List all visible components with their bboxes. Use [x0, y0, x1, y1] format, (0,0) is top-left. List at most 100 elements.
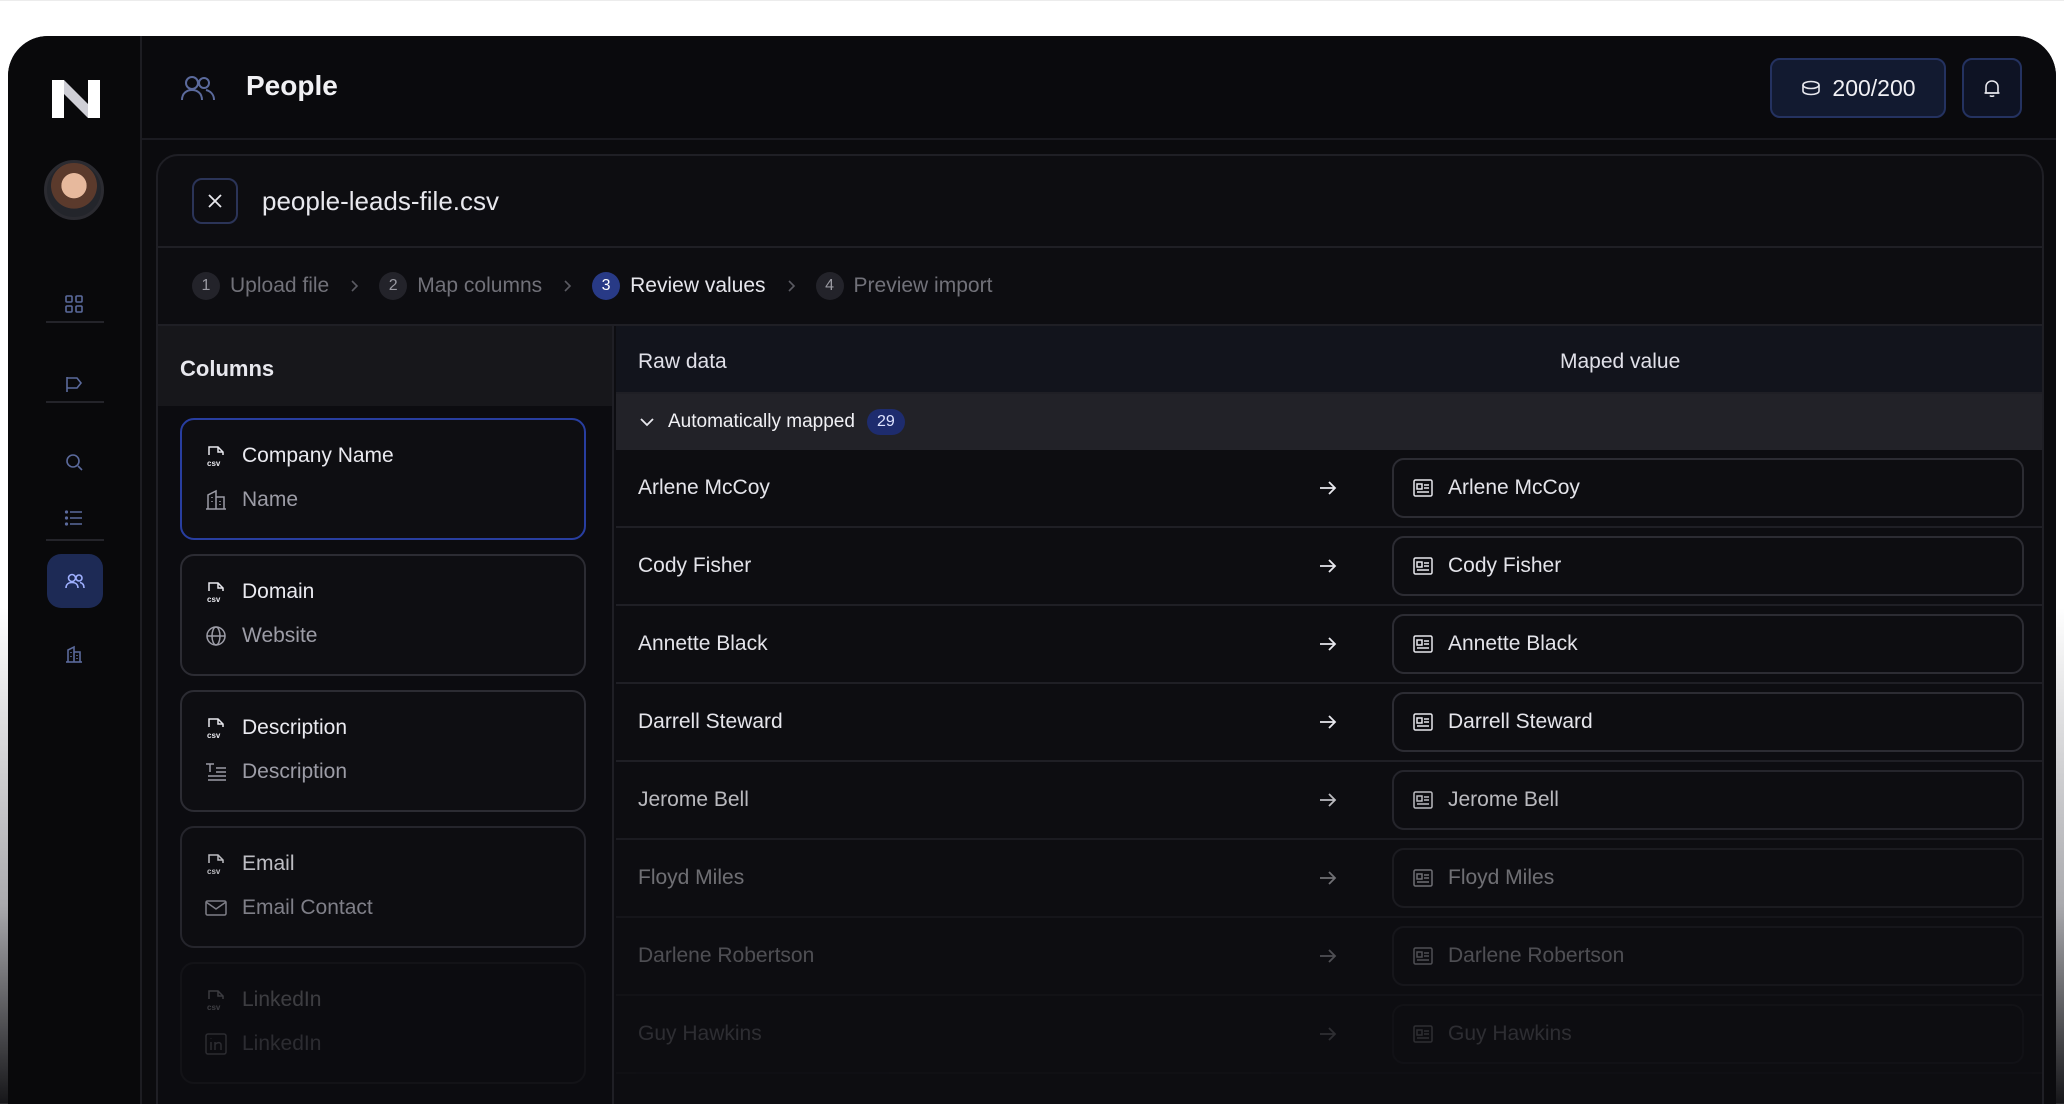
people-nav-icon[interactable] [47, 554, 103, 608]
raw-value: Floyd Miles [638, 866, 745, 889]
mapped-value-header: Maped value [1560, 350, 1681, 373]
mapped-value: Floyd Miles [1448, 866, 1555, 889]
top-bar: People 200/200 [142, 36, 2056, 140]
csv-file-icon: csv [207, 718, 224, 740]
arrow-right-icon [1320, 949, 1337, 963]
column-target-label: Website [242, 624, 318, 647]
raw-value: Darlene Robertson [638, 944, 815, 967]
table-row: Cody Fisher Cody Fisher [616, 528, 2042, 606]
column-target-label: Name [242, 488, 299, 511]
arrow-right-icon [1320, 559, 1337, 573]
step-review-values[interactable]: 3 Review values [592, 272, 766, 300]
mapped-value-field[interactable]: Floyd Miles [1392, 848, 2024, 908]
close-button[interactable] [192, 178, 238, 224]
svg-text:csv: csv [207, 459, 221, 468]
column-card-email[interactable]: csv Email Email Contact [180, 826, 586, 948]
step-preview-import[interactable]: 4 Preview import [815, 272, 992, 300]
mapped-value-field[interactable]: Cody Fisher [1392, 536, 2024, 596]
step-label: Review values [630, 274, 766, 297]
table-row: Guy Hawkins Guy Hawkins [616, 996, 2042, 1074]
nav-divider [46, 401, 104, 403]
chevron-down-icon [640, 418, 654, 427]
step-number: 4 [815, 272, 844, 300]
search-icon[interactable] [54, 442, 94, 482]
dashboard-icon[interactable] [54, 284, 94, 324]
mapped-value: Arlene McCoy [1448, 476, 1580, 499]
raw-value: Annette Black [638, 632, 768, 655]
contact-card-icon [1413, 791, 1433, 809]
svg-text:csv: csv [207, 595, 221, 604]
sidebar [8, 36, 142, 1104]
column-target-label: LinkedIn [242, 1032, 322, 1055]
contact-card-icon [1413, 635, 1433, 653]
mapped-value-field[interactable]: Arlene McCoy [1392, 458, 2024, 518]
step-label: Map columns [417, 274, 543, 297]
column-card-linkedin[interactable]: csv LinkedIn LinkedIn [180, 962, 586, 1084]
column-card-domain[interactable]: csv Domain Website [180, 554, 586, 676]
page-title: People [246, 70, 338, 101]
credits-value: 200/200 [1832, 74, 1916, 101]
column-source-label: Description [242, 716, 348, 739]
nav-divider [46, 321, 104, 323]
table-header: Raw data Maped value [616, 326, 2042, 394]
mapped-value-field[interactable]: Jerome Bell [1392, 770, 2024, 830]
step-map-columns[interactable]: 2 Map columns [379, 272, 542, 300]
step-number: 2 [379, 272, 408, 300]
people-icon [181, 76, 215, 101]
table-row: Floyd Miles Floyd Miles [616, 840, 2042, 918]
mapped-value-field[interactable]: Darlene Robertson [1392, 926, 2024, 986]
step-upload-file[interactable]: 1 Upload file [192, 272, 329, 300]
group-toggle[interactable]: Automatically mapped 29 [616, 394, 2042, 450]
csv-file-icon: csv [207, 582, 224, 604]
mapped-value-field[interactable]: Annette Black [1392, 614, 2024, 674]
contact-card-icon [1413, 713, 1433, 731]
avatar[interactable] [44, 160, 104, 220]
column-source-label: Email [242, 852, 295, 875]
columns-panel: Columns csv Company Name Name csv Domain [158, 326, 614, 1104]
raw-value: Jerome Bell [638, 788, 749, 811]
raw-data-header: Raw data [638, 350, 727, 373]
csv-file-icon: csv [207, 446, 224, 468]
list-icon[interactable] [54, 498, 94, 538]
nav-divider [46, 539, 104, 541]
app-logo-icon[interactable] [50, 76, 102, 122]
column-source-label: LinkedIn [242, 988, 322, 1011]
contact-card-icon [1413, 479, 1433, 497]
mapped-value-field[interactable]: Darrell Steward [1392, 692, 2024, 752]
mapped-value: Darlene Robertson [1448, 944, 1625, 967]
group-label: Automatically mapped [668, 411, 855, 432]
chevron-right-icon [560, 279, 574, 293]
step-number: 3 [592, 272, 621, 300]
building-icon [206, 489, 226, 510]
company-building-icon[interactable] [54, 634, 94, 674]
csv-file-icon: csv [207, 990, 224, 1012]
table-row: Arlene McCoy Arlene McCoy [616, 450, 2042, 528]
column-target-label: Description [242, 760, 348, 783]
arrow-right-icon [1320, 481, 1337, 495]
column-card-company-name[interactable]: csv Company Name Name [180, 418, 586, 540]
mapped-value: Darrell Steward [1448, 710, 1593, 733]
raw-value: Arlene McCoy [638, 476, 770, 499]
column-card-description[interactable]: csv Description Description [180, 690, 586, 812]
mapped-value: Annette Black [1448, 632, 1578, 655]
column-target-label: Email Contact [242, 896, 373, 919]
column-source-label: Domain [242, 580, 315, 603]
svg-text:csv: csv [207, 1003, 221, 1012]
globe-icon [206, 626, 226, 646]
mapped-value-field[interactable]: Guy Hawkins [1392, 1004, 2024, 1064]
svg-text:csv: csv [207, 867, 221, 876]
notifications-button[interactable] [1962, 58, 2022, 118]
step-label: Upload file [230, 274, 330, 297]
csv-file-icon: csv [207, 854, 224, 876]
campaign-flag-icon[interactable] [54, 364, 94, 404]
panel-header: people-leads-file.csv [158, 156, 2042, 248]
credits-button[interactable]: 200/200 [1770, 58, 1946, 118]
arrow-right-icon [1320, 793, 1337, 807]
table-row: Darrell Steward Darrell Steward [616, 684, 2042, 762]
raw-value: Darrell Steward [638, 710, 783, 733]
raw-value: Guy Hawkins [638, 1022, 762, 1045]
text-paragraph-icon [206, 763, 226, 781]
stepper: 1 Upload file 2 Map columns 3 Review val… [158, 248, 2042, 326]
group-count-badge: 29 [866, 409, 905, 435]
chevron-right-icon [347, 279, 361, 293]
